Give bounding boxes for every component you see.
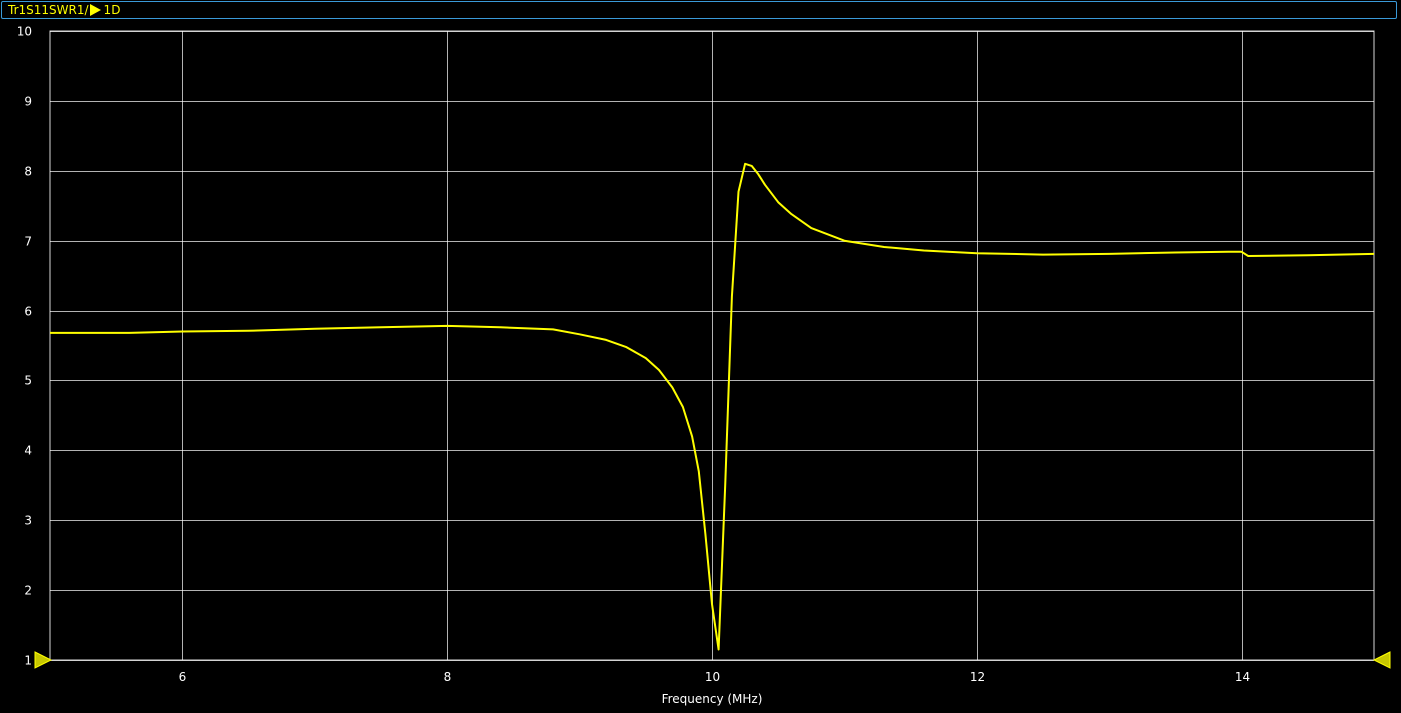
y-tick-label: 5 (24, 374, 32, 388)
y-tick-label: 9 (24, 95, 32, 109)
vna-display: Tr1 S11 SWR 1/ 1 D 1 2 3 4 5 6 7 8 9 10 6 8 10 12 14 F… (0, 0, 1401, 713)
y-tick-label: 1 (24, 654, 32, 668)
reference-marker-left (34, 651, 53, 669)
x-tick-label: 12 (970, 670, 985, 684)
y-tick-label: 3 (24, 514, 32, 528)
y-tick-label: 8 (24, 165, 32, 179)
y-tick-label: 2 (24, 584, 32, 598)
x-tick-label: 8 (444, 670, 452, 684)
x-axis-title: Frequency (MHz) (662, 692, 763, 706)
y-tick-label: 4 (24, 444, 32, 458)
x-tick-label: 6 (179, 670, 187, 684)
grid-lines (49, 30, 1375, 661)
y-tick-label: 10 (17, 25, 32, 39)
swr-chart[interactable]: 123456789106 8 10 12 14 Frequency (MHz) (0, 0, 1401, 713)
y-tick-label: 7 (24, 235, 32, 249)
x-tick-label: 14 (1235, 670, 1250, 684)
x-tick-label: 10 (705, 670, 720, 684)
y-tick-label: 6 (24, 305, 32, 319)
chart-axes: 123456789106 8 10 12 14 (17, 25, 1250, 685)
reference-marker-right (1372, 651, 1391, 669)
